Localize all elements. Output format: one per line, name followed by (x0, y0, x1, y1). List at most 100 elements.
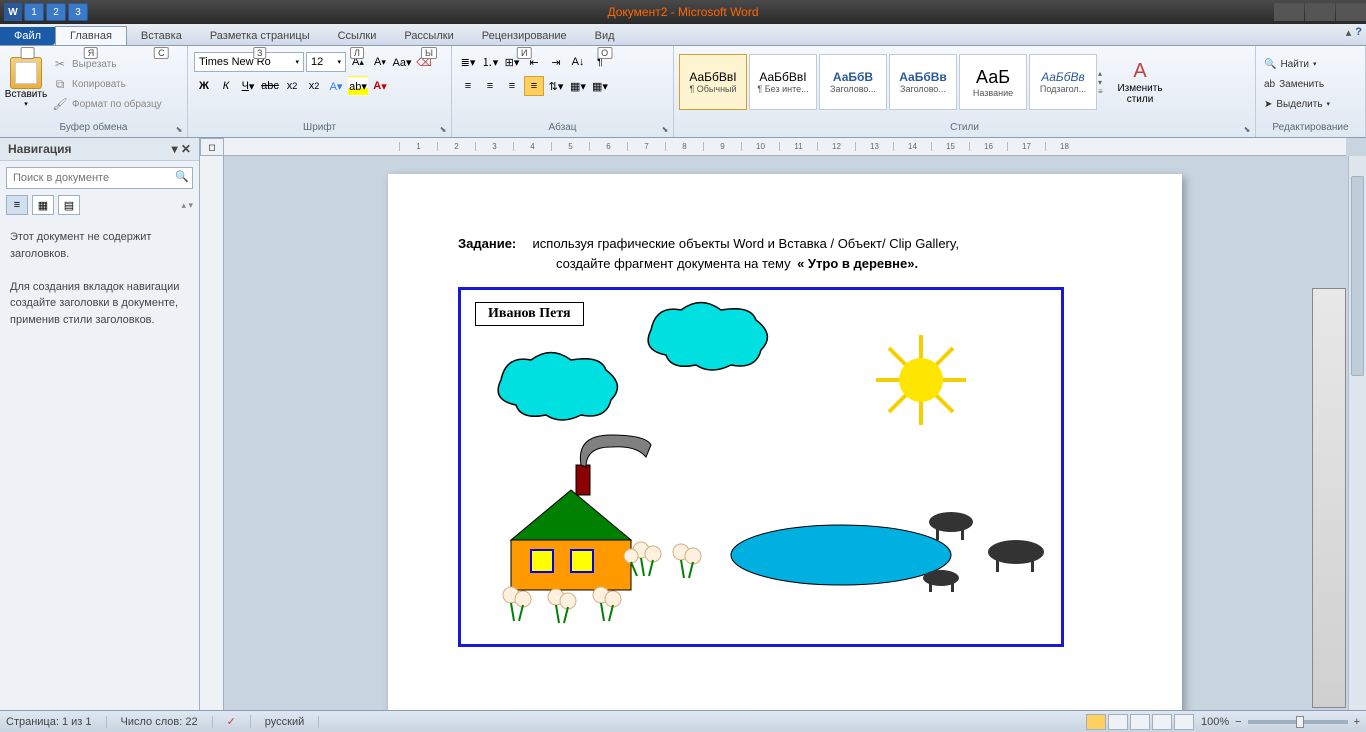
align-right-button[interactable]: ≡ (502, 76, 522, 96)
pond-shape (731, 525, 951, 585)
numbering-button[interactable]: ⒈▾ (480, 52, 500, 72)
qat-redo[interactable]: 3 (68, 3, 88, 21)
change-styles-button[interactable]: A Изменить стили (1112, 48, 1168, 116)
minimize-button[interactable] (1274, 3, 1304, 21)
horizontal-ruler[interactable]: 123456789101112131415161718 (224, 138, 1346, 156)
view-full-reading[interactable] (1108, 714, 1128, 730)
tab-review[interactable]: РецензированиеИ (468, 27, 581, 45)
scrollbar-thumb[interactable] (1351, 176, 1364, 376)
select-button[interactable]: ➤Выделить▾ (1260, 94, 1361, 114)
strike-button[interactable]: abc (260, 76, 280, 96)
vertical-ruler[interactable] (200, 156, 224, 710)
vertical-scrollbar[interactable] (1348, 156, 1366, 710)
nav-tab-pages[interactable]: ▦ (32, 195, 54, 215)
tab-file[interactable]: Файл Ф (0, 27, 55, 45)
nav-search-input[interactable] (6, 167, 193, 189)
status-language[interactable]: русский (265, 716, 319, 728)
keytip: Ы (421, 47, 437, 59)
shading-button[interactable]: ▦▾ (568, 76, 588, 96)
subscript-button[interactable]: x2 (282, 76, 302, 96)
status-page[interactable]: Страница: 1 из 1 (6, 716, 107, 728)
workspace: Навигация ▾ ✕ 🔍 ≡ ▦ ▤ ▴ ▾ Этот документ … (0, 138, 1366, 710)
tab-layout[interactable]: Разметка страницыЗ (196, 27, 324, 45)
justify-button[interactable]: ≡ (524, 76, 544, 96)
font-name-combo[interactable]: Times New Ro▾ (194, 52, 304, 72)
style-preview: АаБбВвІ (689, 70, 736, 84)
zoom-thumb[interactable] (1296, 716, 1304, 728)
italic-button[interactable]: К (216, 76, 236, 96)
help-icon[interactable]: ? (1355, 26, 1362, 39)
style-normal[interactable]: АаБбВвІ¶ Обычный (679, 54, 747, 110)
dialog-launcher-icon[interactable]: ⬊ (173, 123, 185, 135)
ribbon-tabs: Файл Ф ГлавнаяЯ ВставкаС Разметка страни… (0, 24, 1366, 46)
style-scroll[interactable]: ▴▾≡ (1098, 69, 1112, 96)
bold-button[interactable]: Ж (194, 76, 214, 96)
close-button[interactable] (1336, 3, 1366, 21)
style-heading2[interactable]: АаБбВвЗаголово... (889, 54, 957, 110)
tab-mailings[interactable]: РассылкиЫ (390, 27, 467, 45)
group-font: Times New Ro▾ 12▾ A▴ A▾ Aa▾ ⌫ Ж К Ч▾ abc… (188, 46, 452, 137)
proofing-icon[interactable]: ✓ (227, 715, 251, 728)
style-subtitle[interactable]: АаБбВвПодзагол... (1029, 54, 1097, 110)
text-effects-button[interactable]: A▾ (326, 76, 346, 96)
zoom-out-button[interactable]: − (1235, 716, 1241, 728)
view-draft[interactable] (1174, 714, 1194, 730)
maximize-button[interactable] (1305, 3, 1335, 21)
style-title[interactable]: АаБНазвание (959, 54, 1027, 110)
nav-collapse-icon[interactable]: ▴ ▾ (181, 200, 193, 211)
view-outline[interactable] (1152, 714, 1172, 730)
qat-save[interactable]: 1 (24, 3, 44, 21)
ruler-corner[interactable]: ◻ (200, 138, 224, 156)
view-print-layout[interactable] (1086, 714, 1106, 730)
align-center-button[interactable]: ≡ (480, 76, 500, 96)
qat-undo[interactable]: 2 (46, 3, 66, 21)
borders-button[interactable]: ▦▾ (590, 76, 610, 96)
copy-button[interactable]: ⧉Копировать (48, 74, 166, 94)
find-button[interactable]: 🔍Найти▾ (1260, 54, 1361, 74)
search-icon[interactable]: 🔍 (175, 170, 189, 183)
scissors-icon: ✂ (52, 56, 68, 72)
group-title: Редактирование (1260, 120, 1361, 135)
tab-home[interactable]: ГлавнаяЯ (55, 26, 127, 45)
dialog-launcher-icon[interactable]: ⬊ (1241, 123, 1253, 135)
zoom-in-button[interactable]: + (1354, 716, 1360, 728)
replace-button[interactable]: abЗаменить (1260, 74, 1361, 94)
shrink-font-button[interactable]: A▾ (370, 52, 390, 72)
tab-references[interactable]: СсылкиЛ (324, 27, 391, 45)
change-case-button[interactable]: Aa▾ (392, 52, 412, 72)
keytip: Л (350, 47, 364, 59)
document-page[interactable]: Задание: используя графические объекты W… (388, 174, 1182, 710)
copy-label: Копировать (72, 79, 126, 90)
cut-button[interactable]: ✂Вырезать (48, 54, 166, 74)
nav-close-icon[interactable]: ▾ ✕ (172, 142, 191, 156)
dialog-launcher-icon[interactable]: ⬊ (437, 123, 449, 135)
font-color-button[interactable]: A▾ (370, 76, 390, 96)
minimize-ribbon-icon[interactable]: ▴ (1346, 26, 1352, 39)
superscript-button[interactable]: x2 (304, 76, 324, 96)
nav-tab-headings[interactable]: ≡ (6, 195, 28, 215)
zoom-percent[interactable]: 100% (1201, 716, 1229, 728)
side-task-pane[interactable] (1312, 288, 1346, 708)
view-web[interactable] (1130, 714, 1150, 730)
task-line1: используя графические объекты Word и Вст… (533, 236, 960, 251)
format-painter-button[interactable]: 🖌Формат по образцу (48, 94, 166, 114)
line-spacing-button[interactable]: ⇅▾ (546, 76, 566, 96)
tab-insert[interactable]: ВставкаС (127, 27, 196, 45)
sort-button[interactable]: A↓ (568, 52, 588, 72)
style-heading1[interactable]: АаБбВЗаголово... (819, 54, 887, 110)
tab-view[interactable]: ВидО (581, 27, 629, 45)
bullets-button[interactable]: ≣▾ (458, 52, 478, 72)
increase-indent-button[interactable]: ⇥ (546, 52, 566, 72)
dialog-launcher-icon[interactable]: ⬊ (659, 123, 671, 135)
status-left: Страница: 1 из 1 Число слов: 22 ✓ русски… (6, 715, 319, 728)
nav-tab-results[interactable]: ▤ (58, 195, 80, 215)
font-size-combo[interactable]: 12▾ (306, 52, 346, 72)
align-left-button[interactable]: ≡ (458, 76, 478, 96)
style-no-spacing[interactable]: АаБбВвІ¶ Без инте... (749, 54, 817, 110)
highlight-button[interactable]: ab▾ (348, 76, 368, 96)
navigation-pane: Навигация ▾ ✕ 🔍 ≡ ▦ ▤ ▴ ▾ Этот документ … (0, 138, 200, 710)
underline-button[interactable]: Ч▾ (238, 76, 258, 96)
document-area: ◻ 123456789101112131415161718 Задание: и… (200, 138, 1366, 710)
zoom-slider[interactable] (1248, 720, 1348, 724)
status-words[interactable]: Число слов: 22 (121, 716, 213, 728)
